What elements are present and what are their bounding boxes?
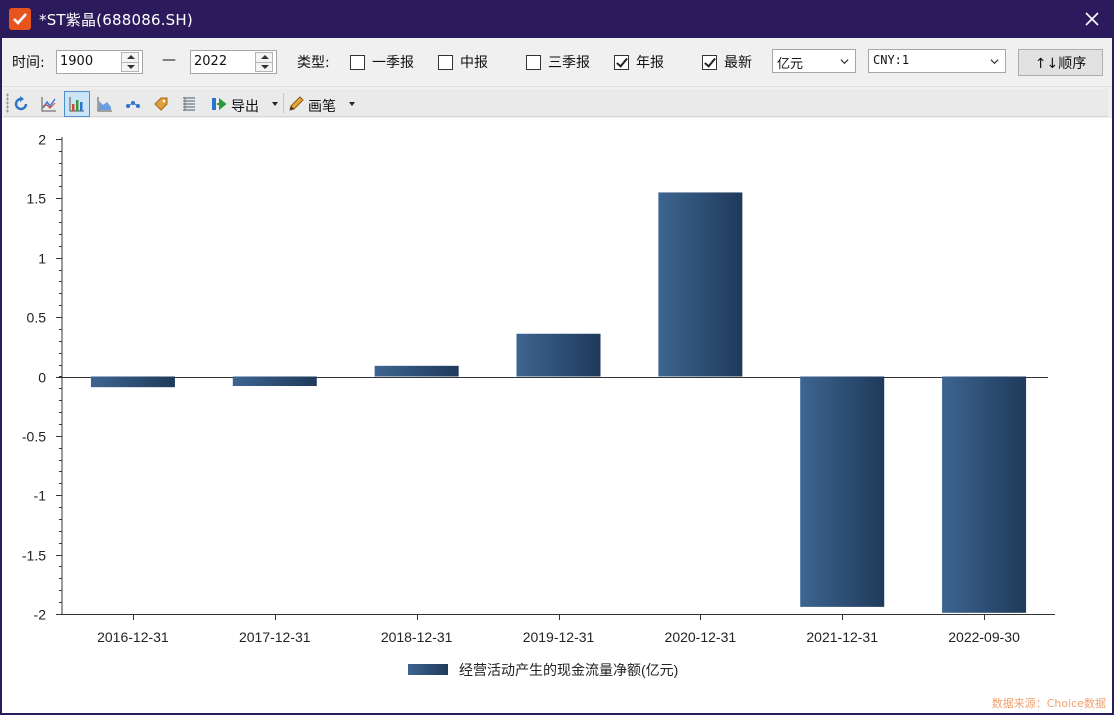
checkbox-q1-label: 一季报	[372, 55, 414, 71]
checkbox-interim-report[interactable]	[438, 55, 453, 70]
line-chart-icon	[41, 97, 56, 112]
checkbox-latest-label: 最新	[724, 55, 752, 71]
y-tick-label: -1.5	[22, 548, 46, 564]
export-dropdown-caret[interactable]	[272, 102, 278, 106]
line-chart-button[interactable]	[36, 91, 62, 117]
title-bar: *ST紫晶(688086.SH)	[0, 0, 1114, 38]
chevron-down-icon	[990, 59, 999, 65]
close-icon	[1085, 12, 1099, 26]
y-tick-label: 1.5	[27, 191, 47, 207]
x-tick-label: 2016-12-31	[97, 629, 169, 645]
x-tick-label: 2020-12-31	[665, 629, 737, 645]
pen-button[interactable]	[284, 91, 308, 117]
y-tick-label: 2	[38, 132, 46, 148]
y-tick-label: 0.5	[27, 310, 47, 326]
x-tick-label: 2018-12-31	[381, 629, 453, 645]
scatter-chart-button[interactable]	[120, 91, 146, 117]
bar-chart: 2 1.5 1 0.5 0 -0.5 -1 -1.5 -2 2016-12-31 2017-12-…	[22, 132, 1055, 678]
app-check-icon	[9, 8, 31, 30]
range-dash: —	[162, 52, 176, 68]
checkbox-q3-report[interactable]	[526, 55, 541, 70]
bar-2021-12-31[interactable]	[800, 376, 885, 607]
area-chart-icon	[97, 97, 112, 112]
list-icon	[183, 97, 195, 111]
pen-dropdown-caret[interactable]	[349, 102, 355, 106]
unit-select-value: 亿元	[777, 57, 804, 72]
bar-2017-12-31[interactable]	[232, 376, 317, 387]
export-icon	[212, 97, 227, 111]
chart-toolbar: 导出 画笔	[0, 86, 1114, 118]
bar-series	[90, 192, 1027, 613]
export-label[interactable]: 导出	[231, 96, 259, 116]
x-tick-label: 2019-12-31	[523, 629, 595, 645]
chart-area: 2 1.5 1 0.5 0 -0.5 -1 -1.5 -2 2016-12-31 2017-12-…	[0, 118, 1114, 715]
export-button[interactable]	[207, 91, 231, 117]
bar-2019-12-31[interactable]	[516, 333, 601, 377]
tag-icon	[154, 97, 168, 111]
close-button[interactable]	[1080, 7, 1104, 31]
unit-select[interactable]: 亿元	[772, 49, 856, 73]
refresh-icon	[14, 96, 28, 111]
y-tick-label: -2	[34, 607, 47, 623]
legend-swatch	[408, 664, 448, 675]
start-year-up-button[interactable]	[121, 52, 139, 62]
refresh-button[interactable]	[8, 91, 34, 117]
filter-row: 时间: 1900 — 2022 类型: 一季报 中报 三季报 年报 最新 亿元 …	[0, 38, 1114, 86]
type-label: 类型:	[297, 55, 330, 71]
checkbox-q1-report[interactable]	[350, 55, 365, 70]
bar-2018-12-31[interactable]	[374, 365, 459, 377]
start-year-value[interactable]: 1900	[60, 54, 93, 69]
checkbox-annual-report[interactable]	[614, 55, 629, 70]
legend-label: 经营活动产生的现金流量净额(亿元)	[459, 662, 678, 678]
data-source-note: 数据来源：Choice数据	[991, 697, 1106, 710]
x-tick-label: 2021-12-31	[806, 629, 878, 645]
pen-label[interactable]: 画笔	[308, 96, 336, 116]
end-year-up-button[interactable]	[255, 52, 273, 62]
currency-select[interactable]: CNY:1	[868, 49, 1006, 73]
start-year-down-button[interactable]	[121, 62, 139, 72]
checkbox-q3-label: 三季报	[548, 55, 590, 71]
y-tick-label: -1	[34, 488, 47, 504]
y-tick-label: 1	[38, 251, 46, 267]
checkbox-annual-label: 年报	[636, 55, 664, 71]
end-year-spinner[interactable]: 2022	[190, 50, 277, 74]
area-chart-button[interactable]	[92, 91, 118, 117]
bar-2022-09-30[interactable]	[942, 376, 1027, 613]
data-table-button[interactable]	[176, 91, 202, 117]
pencil-icon	[289, 96, 304, 111]
x-axis: 2016-12-31 2017-12-31 2018-12-31 2019-12-31…	[62, 377, 1055, 645]
window-frame-left	[0, 38, 2, 715]
chevron-down-icon	[840, 59, 849, 65]
x-tick-label: 2022-09-30	[948, 629, 1020, 645]
end-year-down-button[interactable]	[255, 62, 273, 72]
bar-2016-12-31[interactable]	[90, 376, 175, 388]
time-label: 时间:	[12, 55, 45, 71]
bar-chart-button[interactable]	[64, 91, 90, 117]
y-axis: 2 1.5 1 0.5 0 -0.5 -1 -1.5 -2	[22, 132, 63, 623]
end-year-value[interactable]: 2022	[194, 54, 227, 69]
y-tick-label: -0.5	[22, 429, 46, 445]
tag-button[interactable]	[148, 91, 174, 117]
y-tick-label: 0	[38, 370, 46, 386]
start-year-spinner[interactable]: 1900	[56, 50, 143, 74]
window-title: *ST紫晶(688086.SH)	[39, 10, 193, 29]
sort-order-button[interactable]: ↑↓顺序	[1018, 49, 1103, 76]
currency-select-value: CNY:1	[873, 53, 910, 67]
sort-order-label: ↑↓顺序	[1034, 55, 1087, 72]
bar-2020-12-31[interactable]	[658, 192, 743, 377]
scatter-chart-icon	[126, 101, 140, 108]
x-tick-label: 2017-12-31	[239, 629, 311, 645]
checkbox-latest[interactable]	[702, 55, 717, 70]
legend: 经营活动产生的现金流量净额(亿元)	[408, 662, 678, 678]
bar-chart-icon	[69, 97, 84, 112]
checkbox-interim-label: 中报	[460, 55, 488, 71]
